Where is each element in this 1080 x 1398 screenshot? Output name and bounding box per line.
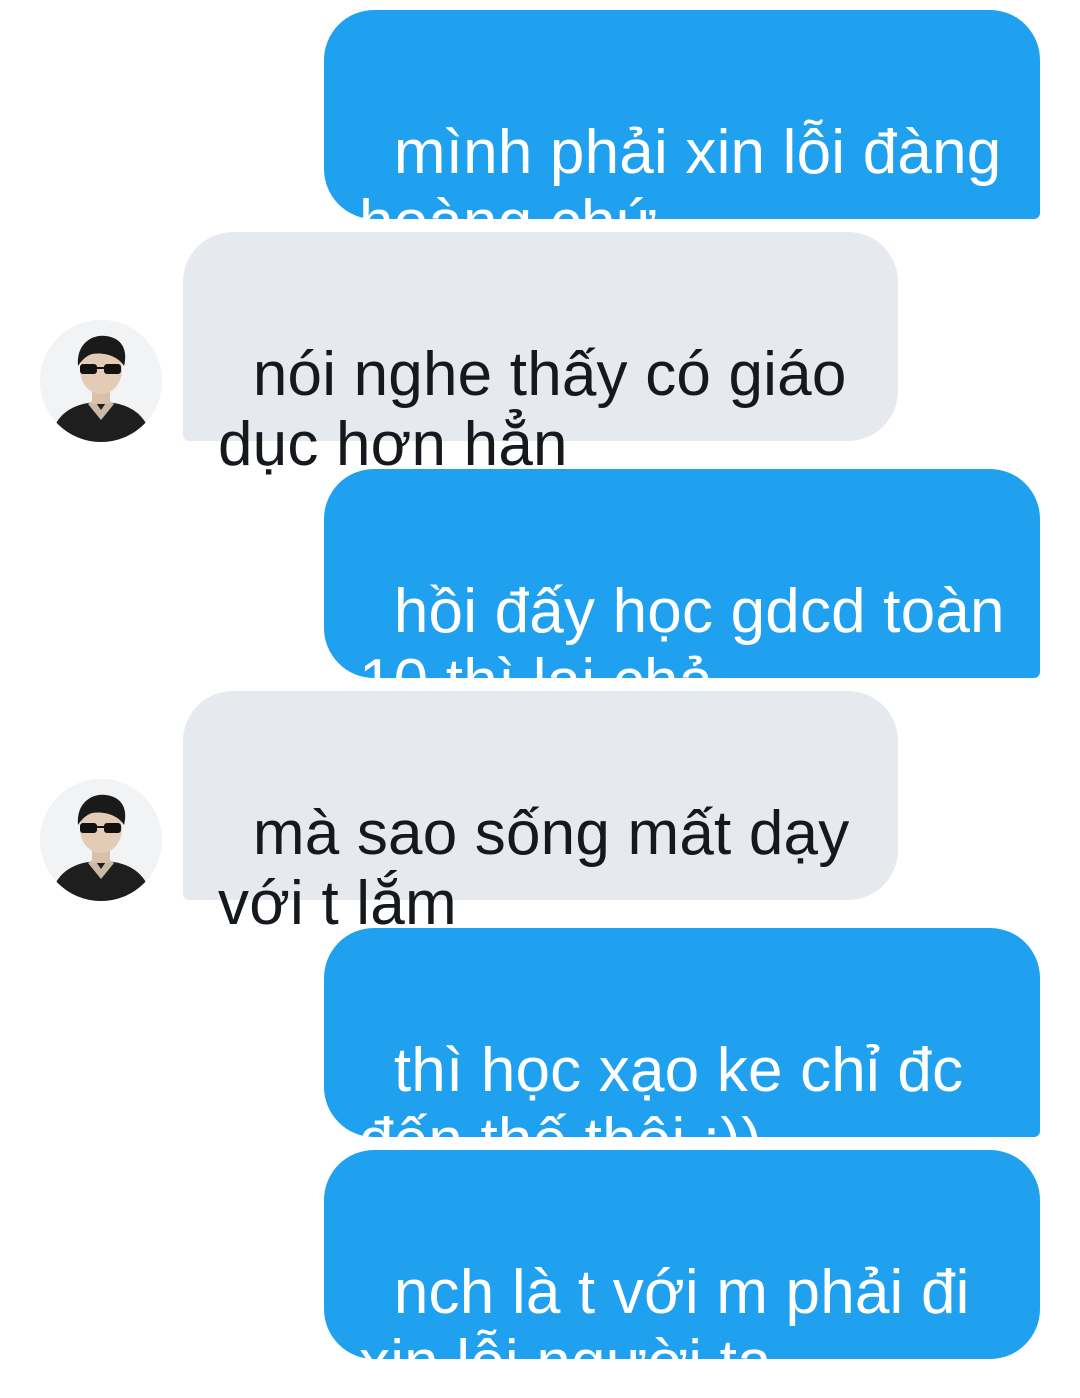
profile-photo-avatar-icon (40, 320, 162, 442)
contact-avatar[interactable] (40, 779, 162, 901)
message-bubble-received[interactable]: mà sao sống mất dạy với t lắm (183, 691, 898, 938)
message-text: mà sao sống mất dạy với t lắm (218, 799, 850, 938)
message-text: nch là t với m phải đi xin lỗi người ta (359, 1258, 970, 1397)
message-bubble-sent[interactable]: hồi đấy học gdcd toàn 10 thì lại chả (324, 469, 1040, 716)
profile-photo-avatar-icon (40, 779, 162, 901)
message-bubble-sent[interactable]: thì học xạo ke chỉ đc đến thế thôi :)) (324, 928, 1040, 1175)
contact-avatar[interactable] (40, 320, 162, 442)
message-bubble-sent[interactable]: mình phải xin lỗi đàng hoàng chứ (324, 10, 1040, 257)
message-text: nói nghe thấy có giáo dục hơn hẳn (218, 340, 847, 479)
message-bubble-sent[interactable]: nch là t với m phải đi xin lỗi người ta (324, 1150, 1040, 1397)
message-bubble-received[interactable]: nói nghe thấy có giáo dục hơn hẳn (183, 232, 898, 479)
